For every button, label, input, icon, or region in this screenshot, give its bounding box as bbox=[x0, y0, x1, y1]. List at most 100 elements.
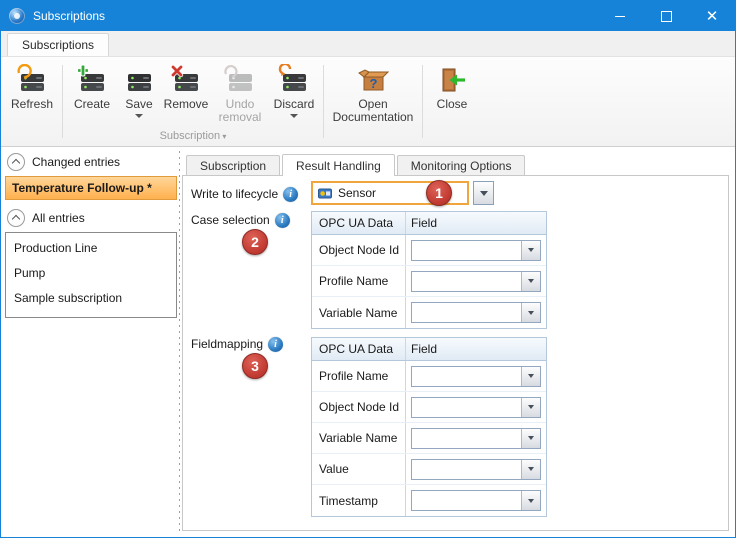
minimize-button[interactable] bbox=[597, 1, 643, 31]
collapse-icon[interactable] bbox=[7, 153, 25, 171]
svg-text:?: ? bbox=[370, 76, 378, 91]
entry-temperature-follow-up[interactable]: Temperature Follow-up * bbox=[5, 176, 177, 200]
undo-removal-button[interactable]: Undo removal bbox=[212, 59, 268, 130]
ribbon-group-label-subscription: Subscription bbox=[66, 130, 320, 146]
table-row: Variable Name bbox=[312, 297, 546, 328]
save-dropdown-icon[interactable] bbox=[135, 114, 143, 118]
create-label: Create bbox=[73, 97, 111, 111]
chevron-down-icon[interactable] bbox=[521, 428, 540, 448]
discard-button[interactable]: Discard bbox=[268, 59, 320, 130]
changed-entries-header[interactable]: Changed entries bbox=[5, 151, 177, 173]
case-table-header: OPC UA Data Field bbox=[312, 212, 546, 235]
chevron-down-icon[interactable] bbox=[521, 459, 540, 479]
lifecycle-combo-value: Sensor bbox=[338, 186, 377, 200]
undo-removal-icon bbox=[224, 65, 252, 91]
refresh-icon bbox=[17, 64, 44, 91]
detail-tabs: Subscription Result Handling Monitoring … bbox=[182, 153, 731, 176]
remove-label: Remove bbox=[163, 97, 209, 111]
chevron-down-icon[interactable] bbox=[521, 240, 540, 260]
ribbon-group-subscription: Create Save Remove Undo removal Discard … bbox=[66, 59, 320, 146]
tab-monitoring-options[interactable]: Monitoring Options bbox=[396, 155, 526, 176]
fieldmapping-row-label: Fieldmapping i bbox=[191, 336, 284, 352]
chevron-down-icon[interactable] bbox=[521, 366, 540, 386]
info-icon[interactable]: i bbox=[274, 212, 290, 228]
save-icon bbox=[128, 74, 151, 91]
save-label: Save bbox=[125, 97, 153, 111]
app-window: Subscriptions ✕ Subscriptions Refresh Cr… bbox=[0, 0, 736, 538]
ribbon-separator bbox=[323, 65, 324, 138]
case-object-node-id-combobox[interactable] bbox=[411, 239, 541, 261]
list-item-pump[interactable]: Pump bbox=[6, 260, 176, 285]
open-documentation-icon: ? bbox=[358, 69, 389, 91]
chevron-down-icon[interactable] bbox=[521, 491, 540, 510]
create-icon bbox=[77, 64, 104, 91]
column-header-field: Field bbox=[411, 216, 438, 230]
titlebar-buttons: ✕ bbox=[597, 1, 735, 31]
lifecycle-combo-dropdown-button[interactable] bbox=[473, 181, 494, 205]
case-selection-row-label: Case selection i bbox=[191, 212, 290, 228]
ribbon-group-documentation: ? Open Documentation bbox=[327, 59, 419, 146]
maximize-icon bbox=[660, 10, 672, 22]
chevron-down-icon[interactable] bbox=[521, 397, 540, 417]
discard-label: Discard bbox=[273, 97, 315, 111]
map-object-node-id-combobox[interactable] bbox=[411, 396, 541, 418]
collapse-icon[interactable] bbox=[7, 209, 25, 227]
sidebar: Changed entries Temperature Follow-up * … bbox=[5, 151, 177, 533]
row-label: Profile Name bbox=[312, 266, 406, 296]
create-button[interactable]: Create bbox=[66, 59, 118, 130]
remove-button[interactable]: Remove bbox=[160, 59, 212, 130]
save-button[interactable]: Save bbox=[118, 59, 160, 130]
close-view-button[interactable]: Close bbox=[426, 59, 478, 130]
case-variable-name-combobox[interactable] bbox=[411, 302, 541, 323]
close-button[interactable]: ✕ bbox=[689, 1, 735, 31]
column-header-opcua: OPC UA Data bbox=[312, 212, 406, 234]
ribbon-separator bbox=[422, 65, 423, 138]
ribbon-tab-subscriptions[interactable]: Subscriptions bbox=[7, 33, 110, 56]
ribbon-tabstrip: Subscriptions bbox=[1, 31, 735, 57]
case-profile-name-combobox[interactable] bbox=[411, 270, 541, 292]
main-panel: Subscription Result Handling Monitoring … bbox=[182, 151, 731, 533]
column-header-opcua: OPC UA Data bbox=[312, 338, 406, 360]
refresh-button[interactable]: Refresh bbox=[5, 59, 59, 130]
fieldmapping-table-header: OPC UA Data Field bbox=[312, 338, 546, 361]
step-badge-2: 2 bbox=[242, 229, 268, 255]
maximize-button[interactable] bbox=[643, 1, 689, 31]
close-door-icon bbox=[442, 68, 465, 92]
map-variable-name-combobox[interactable] bbox=[411, 427, 541, 449]
all-entries-header[interactable]: All entries bbox=[5, 207, 177, 229]
fieldmapping-table: OPC UA Data Field Profile Name Object No… bbox=[311, 337, 547, 517]
row-label: Variable Name bbox=[312, 297, 406, 328]
ribbon: Refresh Create Save Remove Undo removal … bbox=[1, 57, 735, 147]
table-row: Profile Name bbox=[312, 361, 546, 392]
ribbon-separator bbox=[62, 65, 63, 138]
row-label: Variable Name bbox=[312, 423, 406, 453]
info-icon[interactable]: i bbox=[283, 186, 299, 202]
table-row: Object Node Id bbox=[312, 392, 546, 423]
tab-result-handling[interactable]: Result Handling bbox=[282, 154, 395, 176]
list-item-production-line[interactable]: Production Line bbox=[6, 235, 176, 260]
case-selection-table: OPC UA Data Field Object Node Id Profile… bbox=[311, 211, 547, 329]
result-handling-tabpage: Write to lifecycle i Sensor 1 Case selec… bbox=[182, 175, 729, 531]
lifecycle-combobox[interactable]: Sensor bbox=[311, 181, 494, 205]
tab-subscription[interactable]: Subscription bbox=[186, 155, 281, 176]
splitter-handle[interactable] bbox=[178, 151, 181, 533]
open-documentation-button[interactable]: ? Open Documentation bbox=[327, 59, 419, 130]
row-label: Timestamp bbox=[312, 485, 406, 516]
discard-dropdown-icon[interactable] bbox=[290, 114, 298, 118]
write-to-lifecycle-row-label: Write to lifecycle i bbox=[191, 186, 299, 202]
all-entries-listbox: Production Line Pump Sample subscription bbox=[5, 232, 177, 318]
chevron-down-icon[interactable] bbox=[521, 303, 540, 322]
map-timestamp-combobox[interactable] bbox=[411, 490, 541, 511]
ribbon-group-refresh: Refresh bbox=[5, 59, 59, 146]
chevron-down-icon[interactable] bbox=[521, 271, 540, 291]
table-row: Timestamp bbox=[312, 485, 546, 516]
list-item-sample-subscription[interactable]: Sample subscription bbox=[6, 285, 176, 310]
info-icon[interactable]: i bbox=[268, 336, 284, 352]
map-value-combobox[interactable] bbox=[411, 458, 541, 480]
sensor-icon bbox=[318, 188, 332, 199]
changed-entries-label: Changed entries bbox=[32, 155, 121, 169]
row-label: Object Node Id bbox=[312, 235, 406, 265]
map-profile-name-combobox[interactable] bbox=[411, 365, 541, 387]
close-view-label: Close bbox=[436, 97, 468, 111]
column-header-field: Field bbox=[411, 342, 438, 356]
